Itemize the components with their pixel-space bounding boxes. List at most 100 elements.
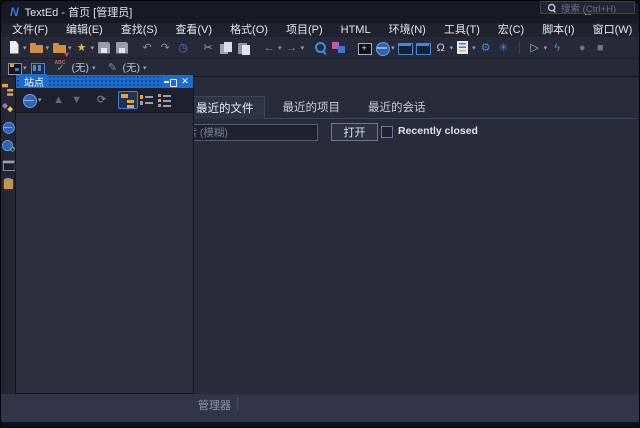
open-file-button[interactable]: ▾ xyxy=(28,39,51,57)
browser-button[interactable]: ▾ xyxy=(373,39,396,57)
copy-button[interactable] xyxy=(217,39,235,57)
run-dropdown-icon[interactable]: ▾ xyxy=(544,44,548,52)
open-button[interactable]: 打开 xyxy=(331,123,378,141)
sync-panel-icon xyxy=(1,139,15,153)
menu-item-project[interactable]: 项目(P) xyxy=(277,23,332,37)
clipboard-panel-button[interactable] xyxy=(1,176,16,191)
history-button[interactable]: ◷ xyxy=(174,39,192,57)
move-down-button[interactable]: ▼ xyxy=(68,91,86,109)
cut-button[interactable]: ✂ xyxy=(199,39,217,57)
plugins-icon: ✳ xyxy=(496,40,512,56)
highlight-brush-dropdown-icon[interactable]: ▾ xyxy=(143,64,147,72)
new-file-button[interactable]: ▾ xyxy=(5,39,28,57)
tab-recent-files[interactable]: 最近的文件 xyxy=(185,96,265,119)
run-button[interactable]: ▷▾ xyxy=(526,39,549,57)
special-characters-button[interactable]: Ω▾ xyxy=(432,39,455,57)
menu-item-html[interactable]: HTML xyxy=(332,23,380,37)
menu-item-script[interactable]: 脚本(I) xyxy=(533,23,583,37)
paste-button[interactable] xyxy=(235,39,253,57)
tab-recent-sessions[interactable]: 最近的会话 xyxy=(358,96,436,118)
menu-item-view[interactable]: 查看(V) xyxy=(166,23,221,37)
preview-internal-button[interactable] xyxy=(396,39,414,57)
site-panel-titlebar-buttons: ✕ xyxy=(162,75,191,88)
favorites-star-icon: ★ xyxy=(74,40,90,56)
site-panel: 站点 ✕ ▾ ▲▼ ⟳ xyxy=(15,75,194,394)
open-file-dropdown-icon[interactable]: ▾ xyxy=(46,44,50,52)
format-document-button[interactable]: ▾ xyxy=(454,39,477,57)
find-in-files-button[interactable] xyxy=(312,39,330,57)
navigate-back-icon: ← xyxy=(261,40,277,56)
view-tree-button[interactable] xyxy=(118,91,138,109)
menu-item-format[interactable]: 格式(O) xyxy=(221,23,277,37)
global-search-input[interactable]: 搜索 (Ctrl+H) xyxy=(540,1,635,14)
tools-wrench-button[interactable]: ⚙ xyxy=(477,39,495,57)
site-panel-close-icon[interactable]: ✕ xyxy=(179,75,191,88)
highlight-brush-button[interactable]: ✎(无)▾ xyxy=(104,59,148,77)
site-tree-panel-button[interactable] xyxy=(1,81,16,96)
view-details-icon xyxy=(157,92,173,108)
special-characters-dropdown-icon[interactable]: ▾ xyxy=(450,44,454,52)
spellcheck-dropdown-icon[interactable]: ▾ xyxy=(92,64,96,72)
app-logo-icon: N xyxy=(10,1,19,23)
navigate-back-dropdown-icon[interactable]: ▾ xyxy=(278,44,282,52)
recently-closed-checkbox[interactable] xyxy=(381,126,393,138)
menu-item-edit[interactable]: 编辑(E) xyxy=(57,23,112,37)
compare-button[interactable] xyxy=(330,39,348,57)
undo-button[interactable]: ↶ xyxy=(138,39,156,57)
cut-icon: ✂ xyxy=(200,40,216,56)
move-down-icon: ▼ xyxy=(69,92,85,108)
view-details-button[interactable] xyxy=(156,91,174,109)
favorites-star-button[interactable]: ★▾ xyxy=(73,39,96,57)
format-document-dropdown-icon[interactable]: ▾ xyxy=(472,44,476,52)
site-panel-body[interactable] xyxy=(16,113,193,393)
move-up-button[interactable]: ▲ xyxy=(50,91,68,109)
tab-recent-projects[interactable]: 最近的项目 xyxy=(273,96,351,118)
window-title: TextEd - 首页 [管理员] xyxy=(25,4,133,20)
open-file-icon xyxy=(29,40,45,56)
menu-item-file[interactable]: 文件(F) xyxy=(3,23,57,37)
home-search-row: 打开 Recently closed xyxy=(151,124,636,142)
navigate-forward-dropdown-icon[interactable]: ▾ xyxy=(301,44,305,52)
tools-wrench-icon: ⚙ xyxy=(478,40,494,56)
new-browser-window-button[interactable] xyxy=(355,39,373,57)
history-icon: ◷ xyxy=(175,40,191,56)
open-favorite-overlay-icon: ♥ xyxy=(64,51,69,59)
browser-panel-button[interactable] xyxy=(1,119,16,134)
browser-panel-icon xyxy=(1,120,15,134)
plugins-panel-button[interactable] xyxy=(1,100,16,115)
record-macro-button[interactable]: ● xyxy=(573,39,591,57)
spellcheck-button[interactable]: (无)▾ xyxy=(53,59,97,77)
run-quick-button[interactable]: ϟ xyxy=(548,39,566,57)
run-quick-icon: ϟ xyxy=(549,40,565,56)
view-list-button[interactable] xyxy=(138,91,156,109)
stop-macro-button[interactable]: ■ xyxy=(591,39,609,57)
pin-icon[interactable] xyxy=(164,76,177,88)
site-browser-button[interactable]: ▾ xyxy=(20,91,43,109)
plugins-button[interactable]: ✳ xyxy=(495,39,513,57)
window-layout-dropdown-icon[interactable]: ▾ xyxy=(23,64,27,72)
save-all-button[interactable] xyxy=(113,39,131,57)
menu-item-macro[interactable]: 宏(C) xyxy=(489,23,533,37)
menu-item-find[interactable]: 查找(S) xyxy=(112,23,167,37)
open-favorite-button[interactable]: ♥▾ xyxy=(50,39,73,57)
site-browser-dropdown-icon[interactable]: ▾ xyxy=(38,96,42,104)
toolbar-separator xyxy=(519,41,520,54)
navigate-forward-button[interactable]: →▾ xyxy=(283,39,306,57)
bottom-dock-bar: 管理器 xyxy=(1,394,639,422)
redo-button[interactable]: ↷ xyxy=(156,39,174,57)
preview-external-button[interactable] xyxy=(414,39,432,57)
favorites-star-dropdown-icon[interactable]: ▾ xyxy=(91,44,95,52)
dock-tab-manager[interactable]: 管理器 xyxy=(194,396,235,414)
site-panel-titlebar[interactable]: 站点 ✕ xyxy=(16,75,193,88)
navigate-back-button[interactable]: ←▾ xyxy=(260,39,283,57)
menu-item-environment[interactable]: 环境(N) xyxy=(380,23,435,37)
save-button[interactable] xyxy=(95,39,113,57)
browser-dropdown-icon[interactable]: ▾ xyxy=(391,44,395,52)
refresh-button[interactable]: ⟳ xyxy=(93,91,111,109)
menu-item-window[interactable]: 窗口(W) xyxy=(584,23,640,37)
sync-panel-button[interactable] xyxy=(1,138,16,153)
preview-panel-button[interactable] xyxy=(1,157,16,172)
menu-item-tools[interactable]: 工具(T) xyxy=(435,23,489,37)
new-file-dropdown-icon[interactable]: ▾ xyxy=(23,44,27,52)
record-macro-icon: ● xyxy=(574,40,590,56)
